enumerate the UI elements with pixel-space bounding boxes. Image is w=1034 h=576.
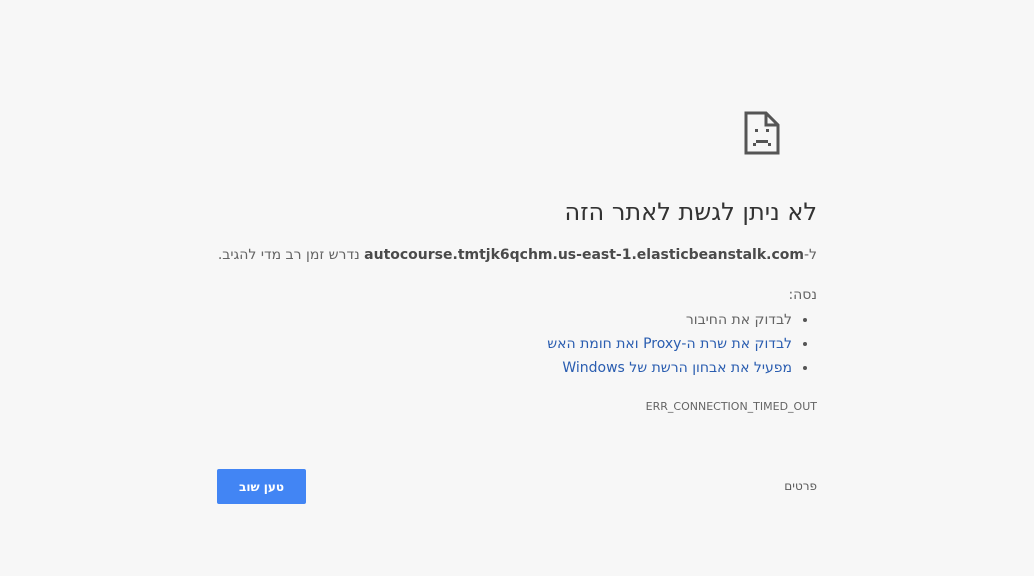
network-diagnostics-link[interactable]: מפעיל את אבחון הרשת של Windows [562, 360, 792, 376]
summary-suffix: נדרש זמן רב מדי להגיב. [217, 247, 365, 263]
suggestions-list: לבדוק את החיבור לבדוק את שרת ה-Proxy ואת… [547, 310, 817, 382]
error-summary: ל-autocourse.tmtjk6qchm.us-east-1.elasti… [218, 247, 817, 263]
suggestion-network-diagnostics[interactable]: מפעיל את אבחון הרשת של Windows [547, 358, 792, 382]
summary-host: autocourse.tmtjk6qchm.us-east-1.elasticb… [364, 247, 804, 263]
suggestion-check-proxy[interactable]: לבדוק את שרת ה-Proxy ואת חומת האש [547, 334, 792, 358]
error-page: לא ניתן לגשת לאתר הזה ל-autocourse.tmtjk… [0, 0, 1034, 576]
details-button[interactable]: פרטים [784, 479, 817, 493]
error-code: ERR_CONNECTION_TIMED_OUT [645, 400, 817, 413]
page-title: לא ניתן לגשת לאתר הזה [564, 198, 817, 226]
summary-prefix: ל- [803, 247, 817, 263]
suggestion-check-connection: לבדוק את החיבור [547, 310, 792, 334]
try-label: נסה: [788, 287, 817, 303]
sad-page-icon [744, 111, 780, 155]
suggestion-text: לבדוק את החיבור [685, 312, 792, 328]
check-proxy-link[interactable]: לבדוק את שרת ה-Proxy ואת חומת האש [547, 336, 792, 352]
reload-button[interactable]: טען שוב [217, 469, 306, 504]
